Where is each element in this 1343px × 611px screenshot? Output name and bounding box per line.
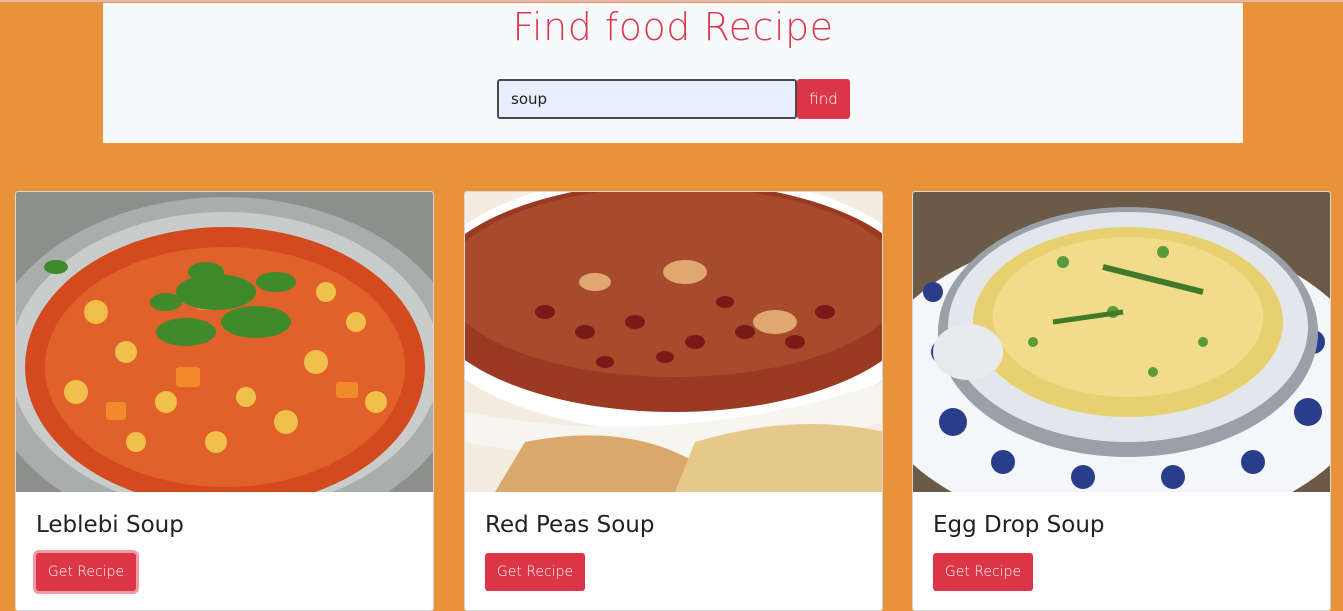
recipe-image	[16, 192, 433, 492]
get-recipe-button[interactable]: Get Recipe	[36, 553, 136, 591]
find-button[interactable]: find	[797, 79, 850, 119]
get-recipe-button[interactable]: Get Recipe	[485, 553, 585, 591]
recipe-title: Red Peas Soup	[485, 512, 655, 538]
recipe-card: Red Peas Soup Get Recipe	[464, 191, 883, 611]
recipe-title: Leblebi Soup	[36, 512, 184, 538]
search-header: Find food Recipe find	[103, 3, 1243, 143]
search-input[interactable]	[497, 79, 797, 119]
recipe-card: Egg Drop Soup Get Recipe	[912, 191, 1331, 611]
recipe-image	[913, 192, 1330, 492]
search-form: find	[497, 79, 850, 119]
page-title: Find food Recipe	[512, 5, 834, 49]
get-recipe-button[interactable]: Get Recipe	[933, 553, 1033, 591]
recipe-title: Egg Drop Soup	[933, 512, 1105, 538]
top-border-line	[0, 0, 1343, 2]
recipe-card: Leblebi Soup Get Recipe	[15, 191, 434, 611]
recipe-image	[465, 192, 882, 492]
